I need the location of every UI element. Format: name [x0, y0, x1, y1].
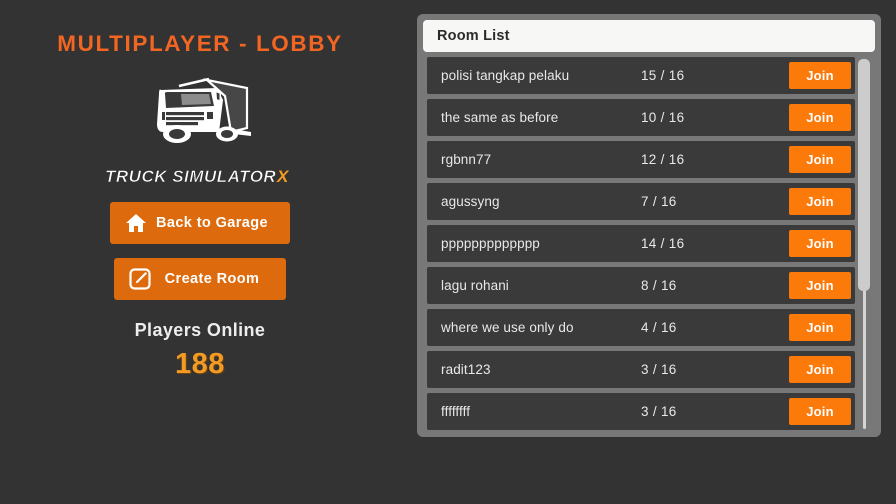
home-icon [126, 214, 146, 232]
scrollbar-thumb[interactable] [858, 59, 870, 291]
join-room-button[interactable]: Join [789, 230, 851, 257]
truck-icon [157, 77, 251, 143]
page-title: MULTIPLAYER - LOBBY [57, 31, 343, 56]
room-capacity: 10 / 16 [641, 110, 685, 125]
edit-square-icon [129, 268, 151, 290]
room-name: the same as before [441, 110, 559, 125]
room-list: polisi tangkap pelaku 15 / 16 Join the same… [427, 57, 855, 430]
join-room-button[interactable]: Join [789, 188, 851, 215]
create-room-label: Create Room [164, 271, 260, 287]
room-list-scrollbar[interactable] [857, 57, 871, 431]
room-capacity: 4 / 16 [641, 320, 677, 335]
lobby-left-panel: MULTIPLAYER - LOBBY TRUCK SIMULATOR X Ba… [0, 0, 400, 504]
room-capacity: 15 / 16 [641, 68, 685, 83]
create-room-button[interactable]: Create Room [114, 258, 286, 300]
players-online-label: Players Online [134, 320, 266, 340]
room-name: ppppppppppppp [441, 236, 540, 251]
back-to-garage-button[interactable]: Back to Garage [110, 202, 290, 244]
room-list-row[interactable]: ppppppppppppp 14 / 16 Join [427, 225, 855, 262]
join-room-button[interactable]: Join [789, 272, 851, 299]
room-name: where we use only do [441, 320, 574, 335]
room-list-row[interactable]: agussyng 7 / 16 Join [427, 183, 855, 220]
room-name: rgbnn77 [441, 152, 492, 167]
join-room-button[interactable]: Join [789, 146, 851, 173]
multiplayer-lobby-screen: MULTIPLAYER - LOBBY TRUCK SIMULATOR X Ba… [0, 0, 896, 504]
room-list-viewport: polisi tangkap pelaku 15 / 16 Join the same… [423, 57, 875, 431]
players-online-count: 188 [175, 348, 225, 380]
room-name: polisi tangkap pelaku [441, 68, 570, 83]
room-name: ffffffff [441, 404, 471, 419]
room-list-row[interactable]: the same as before 10 / 16 Join [427, 99, 855, 136]
room-capacity: 3 / 16 [641, 362, 677, 377]
room-list-row[interactable]: ffffffff 3 / 16 Join [427, 393, 855, 430]
room-name: agussyng [441, 194, 500, 209]
room-list-row[interactable]: polisi tangkap pelaku 15 / 16 Join [427, 57, 855, 94]
room-list-row[interactable]: radit123 3 / 16 Join [427, 351, 855, 388]
room-list-row[interactable]: where we use only do 4 / 16 Join [427, 309, 855, 346]
room-name: lagu rohani [441, 278, 509, 293]
room-list-row[interactable]: rgbnn77 12 / 16 Join [427, 141, 855, 178]
game-logo-accent-text: X [276, 167, 290, 186]
game-logo-main-text: TRUCK SIMULATOR [105, 167, 276, 186]
join-room-button[interactable]: Join [789, 104, 851, 131]
join-room-button[interactable]: Join [789, 62, 851, 89]
room-list-header: Room List [423, 20, 875, 52]
room-capacity: 8 / 16 [641, 278, 677, 293]
room-capacity: 12 / 16 [641, 152, 685, 167]
join-room-button[interactable]: Join [789, 314, 851, 341]
room-list-title: Room List [437, 28, 510, 44]
game-logo-wordmark: TRUCK SIMULATOR X [105, 167, 290, 187]
join-room-button[interactable]: Join [789, 356, 851, 383]
join-room-button[interactable]: Join [789, 398, 851, 425]
room-capacity: 7 / 16 [641, 194, 677, 209]
room-capacity: 14 / 16 [641, 236, 685, 251]
back-to-garage-label: Back to Garage [156, 215, 268, 231]
room-name: radit123 [441, 362, 491, 377]
room-list-row[interactable]: lagu rohani 8 / 16 Join [427, 267, 855, 304]
room-capacity: 3 / 16 [641, 404, 677, 419]
room-list-panel: Room List polisi tangkap pelaku 15 / 16 Jo… [417, 14, 881, 437]
